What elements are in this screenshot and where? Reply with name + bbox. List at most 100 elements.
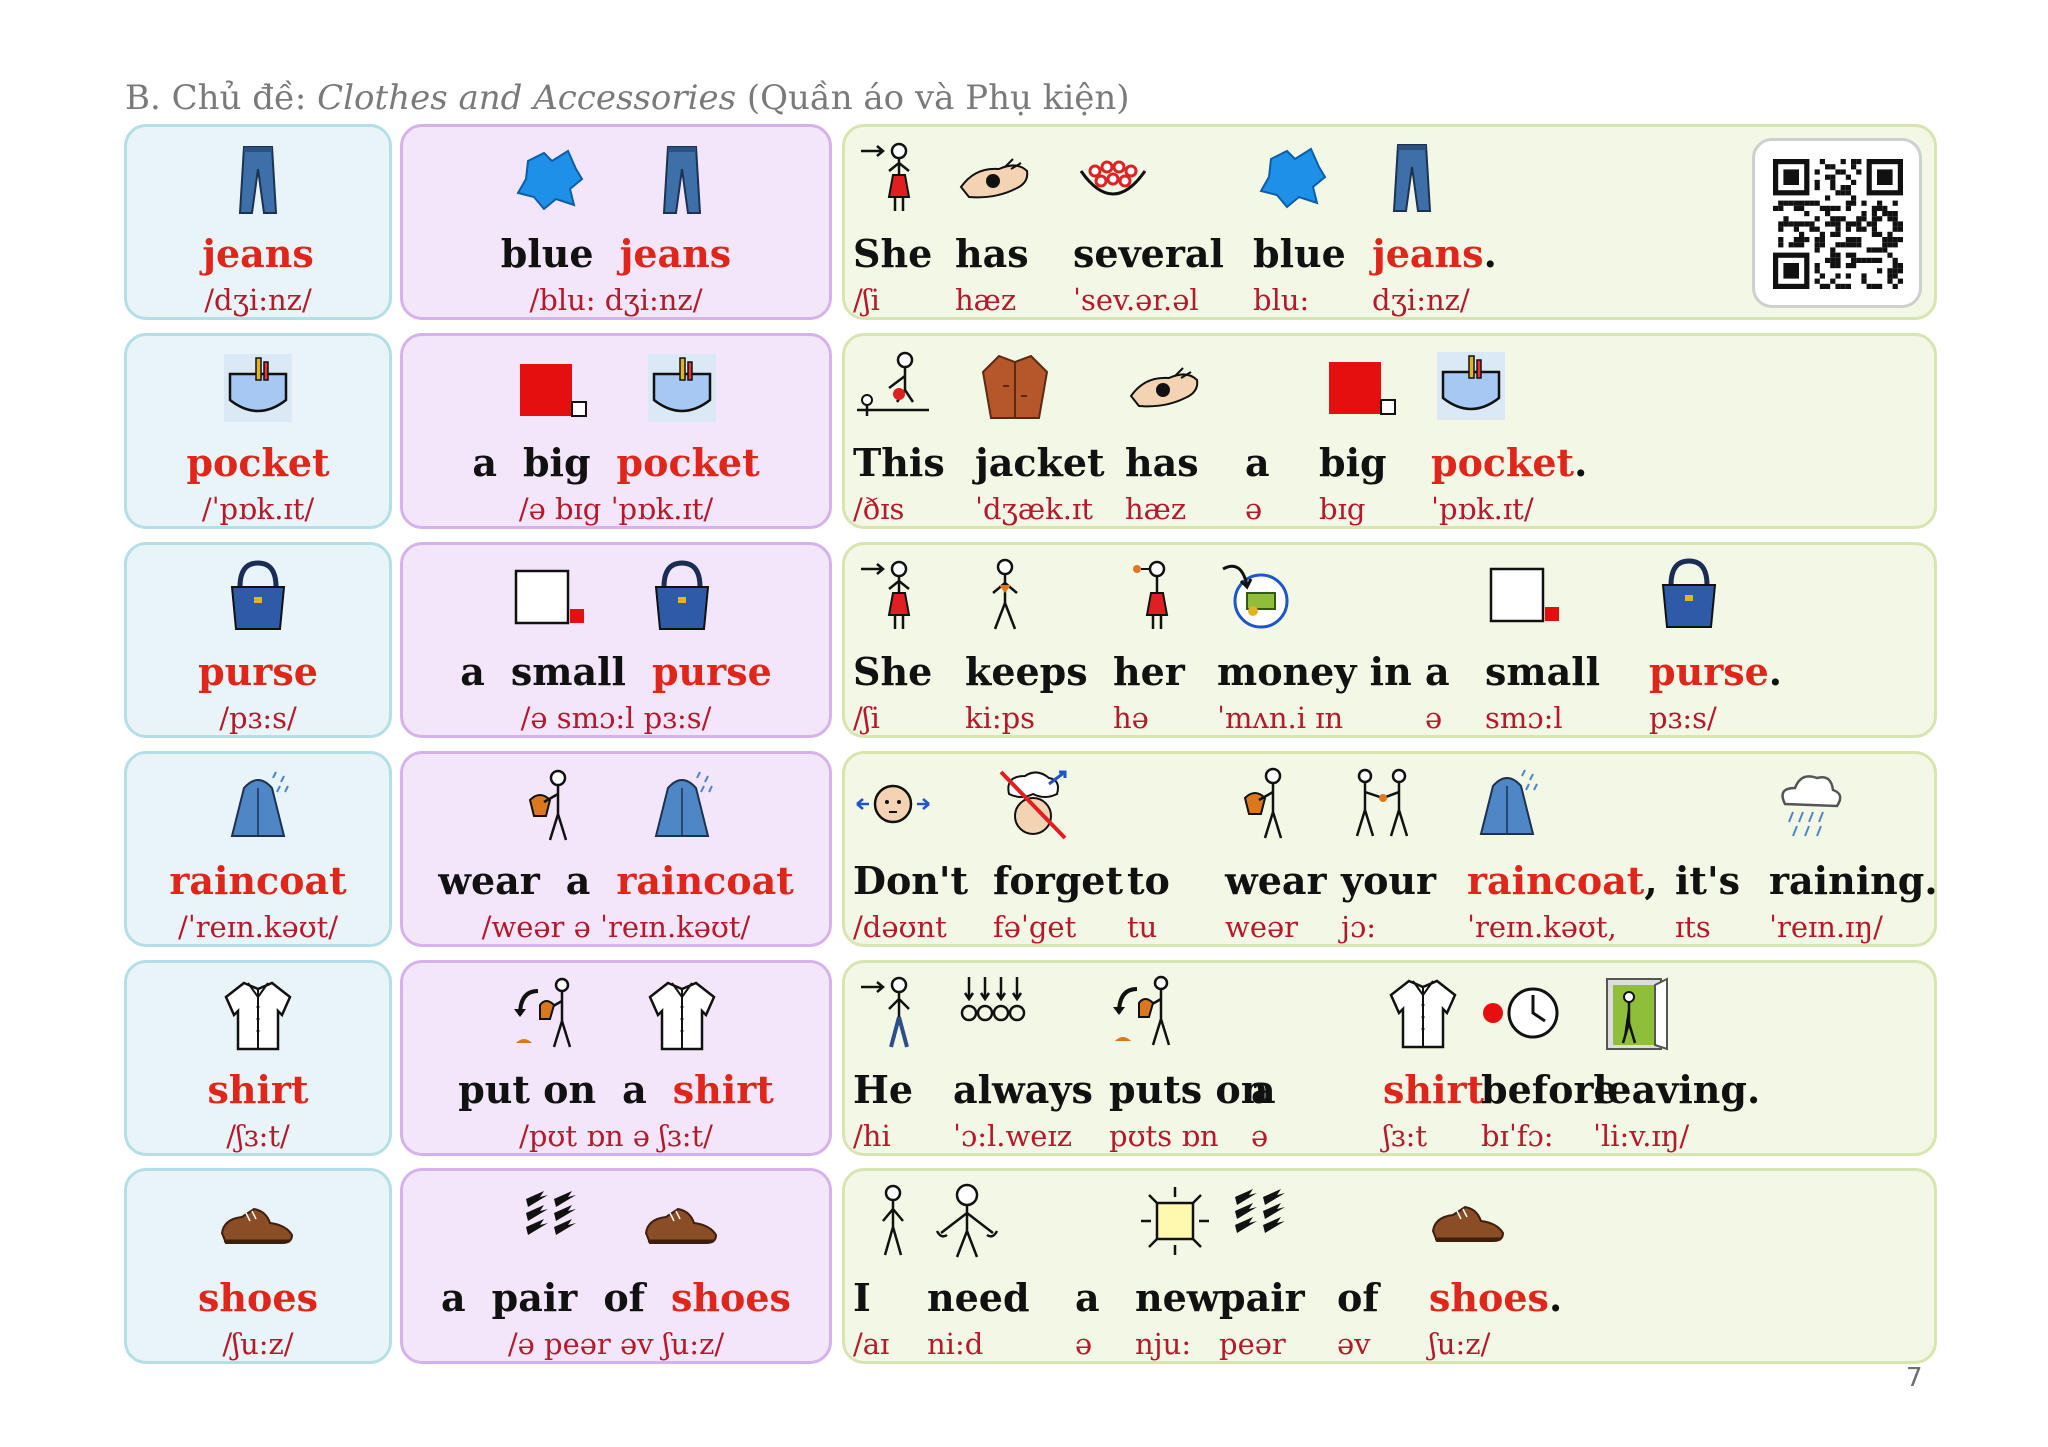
always-icon	[953, 973, 1033, 1055]
word-icon-row	[127, 137, 389, 219]
raincoat-icon	[218, 766, 298, 846]
sentence-word-text: small	[1485, 649, 1601, 694]
sentence-word-ipa: ˈli:v.ɪŋ/	[1593, 1119, 1690, 1153]
vocab-word: raincoat	[169, 858, 347, 903]
sentence-word-text: purse	[1649, 649, 1769, 694]
sentence-word-ipa: weər	[1225, 910, 1299, 944]
sentence-word-ipa: ə	[1425, 701, 1443, 735]
new-sun-icon	[1135, 1181, 1215, 1263]
phrase-icon-row	[403, 137, 829, 219]
sentence-word: a	[1425, 649, 1450, 694]
pocket-icon	[218, 348, 298, 428]
small-square-icon	[510, 557, 590, 637]
sentence-word-ipa: /dəʊnt	[853, 910, 947, 944]
sentence-word: She	[853, 231, 932, 276]
sentence-word-ipa: ˈdʒæk.ɪt	[975, 492, 1093, 526]
sentence-word-ipa: dʒi:nz/	[1372, 283, 1470, 317]
sentence-word-text: wear	[1225, 858, 1327, 903]
sentence-word-text: of	[1337, 1275, 1379, 1320]
rain-cloud-icon	[1769, 764, 1849, 846]
sentence-punctuation: .	[1746, 1067, 1761, 1112]
sentence-word-text: jacket	[975, 440, 1105, 485]
sentence-word-text: a	[1251, 1067, 1276, 1112]
sentence-word-text: several	[1073, 231, 1224, 276]
sentence-word: new	[1135, 1275, 1220, 1320]
sentence-word: big	[1319, 440, 1387, 485]
sentence-word-ipa: tu	[1127, 910, 1158, 944]
wear-icon	[510, 766, 590, 846]
sentence-word-text: a	[1425, 649, 1450, 694]
shirt-icon	[1383, 973, 1463, 1055]
sentence-word: need	[927, 1275, 1030, 1320]
phrase-words: a small purse	[403, 649, 829, 694]
sentence-word: several	[1073, 231, 1224, 276]
sentence-word: it's	[1675, 858, 1740, 903]
phrase-word: purse	[651, 649, 772, 694]
phrase-card: wear a raincoat/weər ə ˈreɪn.kəʊt/	[400, 751, 832, 947]
sentence-word-ipa: ʃu:z/	[1429, 1327, 1491, 1361]
money-icon	[1217, 555, 1297, 637]
sentence-word: I	[853, 1275, 871, 1320]
page-header: B. Chủ đề: Clothes and Accessories (Quần…	[125, 78, 1130, 118]
phrase-word: a	[460, 649, 485, 694]
before-clock-icon	[1481, 973, 1561, 1055]
word-icon-row	[127, 346, 389, 428]
sentence-word-ipa: /ʃi	[853, 701, 880, 735]
word-icon-row	[127, 764, 389, 846]
sentence-word: shoes.	[1429, 1275, 1562, 1320]
sentence-card: He/hi always ˈɔ:l.weɪz puts on pʊts ɒn a ə shir…	[842, 960, 1937, 1156]
big-square-icon	[510, 348, 590, 428]
sentence-word-text: He	[853, 1067, 914, 1112]
word-card: shirt/ʃɜ:t/	[124, 960, 392, 1156]
phrase-card: a big pocket/ə bɪg ˈpɒk.ɪt/	[400, 333, 832, 529]
sentence-card: She/ʃi keeps ki:ps her hə money in ˈmʌn.i ɪn a ə…	[842, 542, 1937, 738]
sentence-word-ipa: ˈsev.ər.əl	[1073, 283, 1199, 317]
word-card: purse/pɜ:s/	[124, 542, 392, 738]
phrase-ipa: /ə peər əv ʃu:z/	[507, 1327, 725, 1361]
vocab-word-ipa: /ʃɜ:t/	[226, 1119, 290, 1153]
phrase-card: blue jeans/blu: dʒi:nz/	[400, 124, 832, 320]
phrase-word: pocket	[616, 440, 760, 485]
vocab-word: shoes	[198, 1275, 318, 1320]
pair-icon	[1219, 1181, 1299, 1263]
sentence-punctuation: ,	[1644, 858, 1658, 903]
sentence-word: pair	[1219, 1275, 1305, 1320]
shirt-icon	[218, 975, 298, 1055]
word-icon-row	[127, 555, 389, 637]
sentence-word-text: pair	[1219, 1275, 1305, 1320]
word-card: jeans/dʒi:nz/	[124, 124, 392, 320]
sentence-word: has	[955, 231, 1029, 276]
sentence-word-ipa: ʃɜ:t	[1383, 1119, 1428, 1153]
sentence-word-text: keeps	[965, 649, 1088, 694]
jacket-icon	[975, 346, 1055, 428]
purse-icon	[1649, 555, 1729, 637]
sentence-word-ipa: /ʃi	[853, 283, 880, 317]
vocab-word-ipa: /ˈpɒk.ɪt/	[201, 492, 315, 526]
raincoat-icon	[1467, 764, 1547, 846]
phrase-word: a	[441, 1275, 466, 1320]
phrase-word: a	[565, 858, 591, 903]
sentence-word: raincoat,	[1467, 858, 1658, 903]
phrase-word: jeans	[619, 231, 732, 276]
sentence-punctuation: .	[1574, 440, 1588, 485]
sentence-word-ipa: smɔ:l	[1485, 701, 1563, 735]
sentence-word-text: a	[1245, 440, 1270, 485]
sentence-word-ipa: ə	[1075, 1327, 1093, 1361]
person-i-icon	[853, 1181, 933, 1263]
sentence-word-ipa: /aɪ	[853, 1327, 890, 1361]
qr-code[interactable]	[1752, 138, 1922, 308]
sentence-word: He	[853, 1067, 913, 1112]
sentence-word-text: She	[853, 649, 933, 694]
big-square-icon	[1319, 346, 1399, 428]
sentence-word: a	[1075, 1275, 1100, 1320]
sentence-punctuation: .	[1483, 231, 1497, 276]
header-suffix: (Quần áo và Phụ kiện)	[736, 78, 1130, 118]
sentence-word-text: always	[953, 1067, 1093, 1112]
sentence-word: money in	[1217, 649, 1412, 694]
sentence-word: puts on	[1109, 1067, 1268, 1112]
sentence-word-ipa: bɪˈfɔ:	[1481, 1119, 1554, 1153]
phrase-icon-row	[403, 346, 829, 428]
sentence-word-ipa: ki:ps	[965, 701, 1036, 735]
sentence-word-ipa: ˈmʌn.i ɪn	[1217, 701, 1344, 735]
phrase-words: put on a shirt	[403, 1067, 829, 1112]
